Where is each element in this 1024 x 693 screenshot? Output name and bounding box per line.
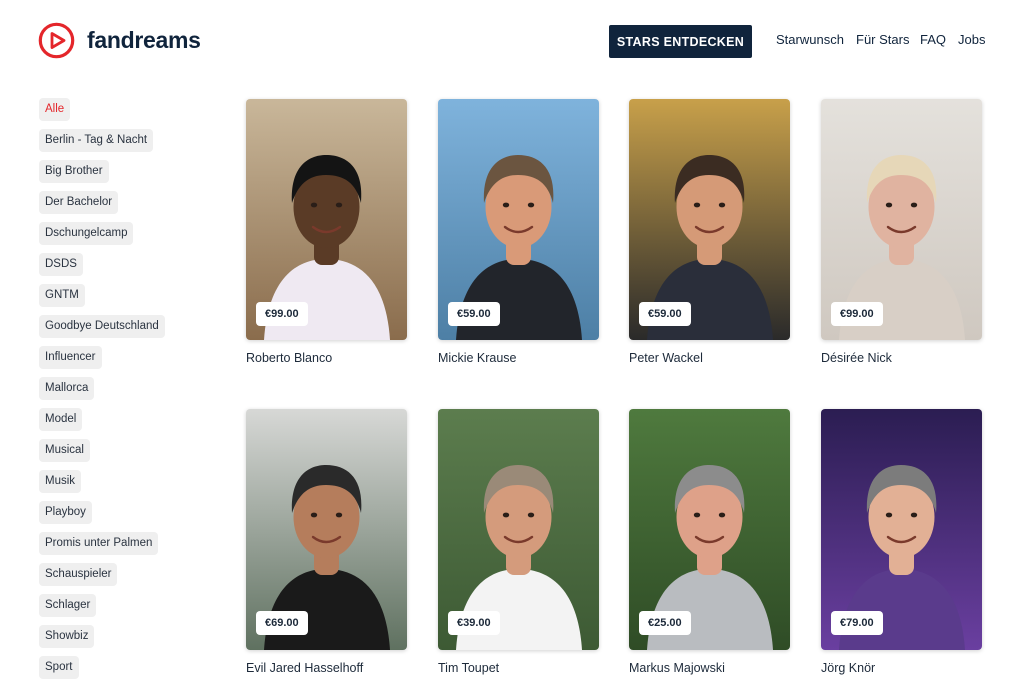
star-card[interactable]: €59.00 Mickie Krause — [438, 99, 599, 365]
discover-stars-button[interactable]: STARS ENTDECKEN — [609, 25, 752, 58]
nav-link-fuer-stars[interactable]: Für Stars — [856, 32, 909, 47]
star-card[interactable]: €69.00 Evil Jared Hasselhoff — [246, 409, 407, 675]
star-name: Jörg Knör — [821, 661, 876, 675]
price-badge: €39.00 — [448, 611, 500, 635]
price-badge: €99.00 — [256, 302, 308, 326]
star-card[interactable]: €99.00 Roberto Blanco — [246, 99, 407, 365]
price-badge: €59.00 — [448, 302, 500, 326]
category-chip[interactable]: Big Brother — [39, 160, 109, 183]
category-chip[interactable]: Schauspieler — [39, 563, 118, 586]
price-badge: €25.00 — [639, 611, 691, 635]
star-name: Roberto Blanco — [246, 351, 333, 365]
category-chip[interactable]: Playboy — [39, 501, 92, 524]
play-logo-icon — [38, 22, 75, 59]
price-badge: €79.00 — [831, 611, 883, 635]
category-chip[interactable]: Model — [39, 408, 83, 431]
star-card[interactable]: €79.00 Jörg Knör — [821, 409, 982, 675]
star-name: Mickie Krause — [438, 351, 517, 365]
brand-logo[interactable]: fandreams — [38, 22, 201, 59]
nav-link-jobs[interactable]: Jobs — [958, 32, 985, 47]
category-chip[interactable]: Mallorca — [39, 377, 95, 400]
star-card[interactable]: €99.00 Désirée Nick — [821, 99, 982, 365]
category-chip[interactable]: Musik — [39, 470, 82, 493]
category-chip[interactable]: Sport — [39, 656, 79, 679]
star-name: Markus Majowski — [629, 661, 725, 675]
star-name: Tim Toupet — [438, 661, 500, 675]
page: fandreams STARS ENTDECKEN Starwunsch Für… — [0, 0, 1024, 693]
category-chip[interactable]: Influencer — [39, 346, 102, 369]
price-badge: €59.00 — [639, 302, 691, 326]
category-chip[interactable]: DSDS — [39, 253, 83, 276]
category-chip[interactable]: GNTM — [39, 284, 85, 307]
category-chip[interactable]: Promis unter Palmen — [39, 532, 159, 555]
price-badge: €99.00 — [831, 302, 883, 326]
star-card[interactable]: €25.00 Markus Majowski — [629, 409, 790, 675]
category-chip[interactable]: Showbiz — [39, 625, 95, 648]
star-card[interactable]: €59.00 Peter Wackel — [629, 99, 790, 365]
star-name: Evil Jared Hasselhoff — [246, 661, 364, 675]
star-name: Désirée Nick — [821, 351, 892, 365]
star-name: Peter Wackel — [629, 351, 703, 365]
nav-link-faq[interactable]: FAQ — [920, 32, 946, 47]
category-chip[interactable]: Der Bachelor — [39, 191, 119, 214]
category-chip[interactable]: Berlin - Tag & Nacht — [39, 129, 154, 152]
category-chip[interactable]: Goodbye Deutschland — [39, 315, 165, 338]
category-chip[interactable]: Schlager — [39, 594, 97, 617]
brand-name: fandreams — [87, 27, 201, 53]
category-chip-alle[interactable]: Alle — [39, 98, 71, 121]
category-chip[interactable]: Dschungelcamp — [39, 222, 134, 245]
nav-link-starwunsch[interactable]: Starwunsch — [776, 32, 844, 47]
price-badge: €69.00 — [256, 611, 308, 635]
category-chip[interactable]: Musical — [39, 439, 90, 462]
site-header: fandreams STARS ENTDECKEN Starwunsch Für… — [0, 0, 1024, 85]
star-card[interactable]: €39.00 Tim Toupet — [438, 409, 599, 675]
